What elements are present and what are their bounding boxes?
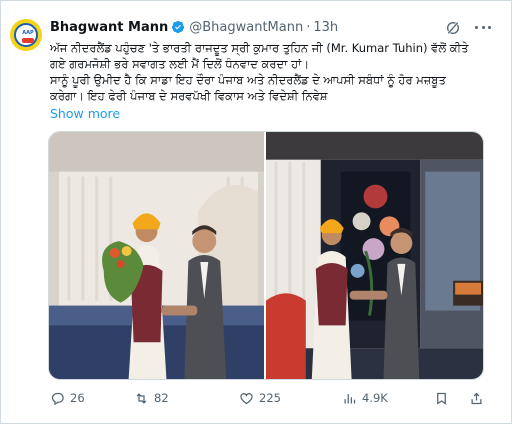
like-button[interactable]: 225 bbox=[239, 388, 281, 408]
photo-right[interactable] bbox=[266, 132, 483, 379]
tweet-text-line: ਸਾਨੂੰ ਪੂਰੀ ਉਮੀਦ ਹੈ ਕਿ ਸਾਡਾ ਇਹ ਦੌਰਾ ਪੰਜਾਬ… bbox=[50, 73, 446, 87]
tweet-text-line: ਗਏ ਗਰਮਜੋਸ਼ੀ ਭਰੇ ਸਵਾਗਤ ਲਈ ਮੈਂ ਦਿਲੋਂ ਧੰਨਵਾ… bbox=[50, 57, 310, 71]
bookmark-icon bbox=[437, 392, 446, 405]
like-count: 225 bbox=[259, 391, 281, 405]
reply-button[interactable]: 26 bbox=[50, 388, 85, 408]
share-icon bbox=[471, 392, 482, 404]
more-dot bbox=[475, 25, 478, 29]
avatar-logo-ring: AAP bbox=[14, 23, 38, 47]
more-dot bbox=[481, 25, 485, 29]
grok-icon[interactable] bbox=[445, 20, 461, 36]
tweet-media bbox=[48, 131, 484, 380]
tweet-text-line: ਅੱਜ ਨੀਦਰਲੈਂਡ ਪਹੁੰਚਣ 'ਤੇ ਭਾਰਤੀ ਰਾਜਦੂਤ ਸ੍ਰ… bbox=[50, 41, 469, 55]
avatar-logo-lettering: AAP bbox=[22, 30, 34, 36]
views-count: 4.9K bbox=[362, 391, 388, 405]
views-chart-icon bbox=[344, 393, 356, 403]
verified-badge-icon bbox=[172, 20, 185, 34]
tweet-timestamp[interactable]: 13h bbox=[313, 20, 338, 35]
photo-left[interactable] bbox=[49, 132, 264, 379]
avatar[interactable]: AAP bbox=[10, 19, 42, 51]
tweet-text: ਅੱਜ ਨੀਦਰਲੈਂਡ ਪਹੁੰਚਣ 'ਤੇ ਭਾਰਤੀ ਰਾਜਦੂਤ ਸ੍ਰ… bbox=[50, 40, 502, 104]
tweet-text-line: ਕਰੇਗਾ। ਇਹ ਫੇਰੀ ਪੰਜਾਬ ਦੇ ਸਰਵਪੱਖੀ ਵਿਕਾਸ ਅਤ… bbox=[50, 89, 328, 103]
repost-button[interactable]: 82 bbox=[134, 388, 169, 408]
photo-left-image bbox=[49, 132, 264, 379]
photo-right-image bbox=[266, 132, 483, 379]
author-handle[interactable]: @BhagwantMann bbox=[189, 20, 303, 35]
header-separator: · bbox=[306, 19, 311, 35]
share-button[interactable] bbox=[469, 388, 489, 408]
repost-count: 82 bbox=[154, 391, 169, 405]
show-more-link[interactable]: Show more bbox=[50, 106, 120, 121]
more-options-icon[interactable] bbox=[473, 19, 493, 35]
tweet-card: AAP Bhagwant Mann @BhagwantMann · 13h ਅੱ… bbox=[0, 0, 512, 424]
author-name[interactable]: Bhagwant Mann bbox=[50, 20, 168, 35]
views-button[interactable]: 4.9K bbox=[342, 388, 388, 408]
tweet-header: Bhagwant Mann @BhagwantMann · 13h bbox=[50, 18, 338, 36]
more-dot bbox=[488, 25, 491, 29]
reply-icon bbox=[51, 392, 64, 405]
reply-count: 26 bbox=[70, 391, 85, 405]
bookmark-button[interactable] bbox=[434, 388, 454, 408]
heart-icon bbox=[240, 392, 253, 404]
avatar-logo-mark bbox=[22, 38, 34, 43]
tweet-actions: 26 82 225 4.9K bbox=[50, 388, 502, 408]
repost-icon bbox=[136, 392, 147, 404]
